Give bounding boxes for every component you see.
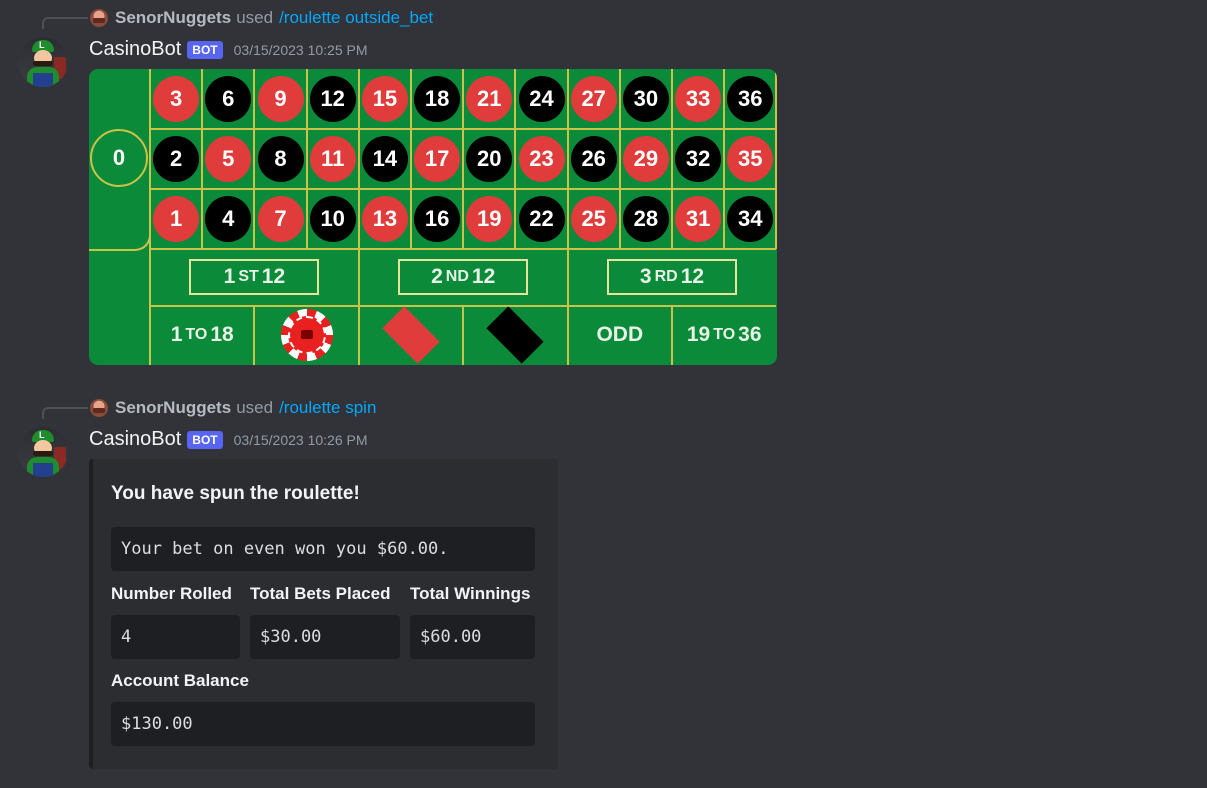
dozen-bet: 3 RD 12 (607, 259, 737, 295)
message-header: CasinoBot BOT 03/15/2023 10:25 PM (89, 38, 368, 61)
roulette-number: 36 (727, 76, 774, 122)
grid-line (150, 248, 777, 250)
timestamp[interactable]: 03/15/2023 10:26 PM (234, 432, 368, 448)
field-value-number-rolled: 4 (111, 615, 240, 659)
roulette-number: 34 (727, 196, 774, 242)
roulette-number: 32 (675, 136, 722, 182)
roulette-number: 20 (466, 136, 513, 182)
grid-line (775, 69, 777, 249)
roulette-number: 21 (466, 76, 513, 122)
roulette-number: 10 (309, 196, 356, 242)
grid-line (410, 69, 412, 249)
grid-line (357, 69, 360, 249)
roulette-number: 19 (466, 196, 513, 242)
roulette-number: 30 (622, 76, 669, 122)
grid-line (201, 69, 204, 249)
high-bet: 19 TO 36 (686, 323, 762, 346)
betting-chip-icon (280, 309, 333, 361)
bot-badge: BOT (187, 430, 223, 449)
roulette-number: 31 (675, 196, 722, 242)
roulette-number: 1 (153, 196, 200, 242)
roulette-number: 2 (153, 136, 200, 182)
roulette-number: 18 (414, 76, 461, 122)
black-diamond-icon (486, 306, 545, 364)
grid-line (723, 69, 726, 249)
bot-avatar[interactable] (18, 427, 68, 477)
grid-line (150, 128, 777, 130)
roulette-number: 15 (361, 76, 408, 122)
roulette-number: 22 (518, 196, 565, 242)
replier-name[interactable]: SenorNuggets (115, 398, 231, 418)
reply-context[interactable]: SenorNuggets used /roulette outside_bet (90, 8, 433, 28)
zero-number: 0 (90, 129, 148, 187)
roulette-number: 3 (153, 76, 200, 122)
grid-line (618, 69, 621, 249)
slash-command[interactable]: /roulette outside_bet (279, 8, 433, 28)
red-diamond-icon (382, 306, 440, 364)
timestamp[interactable]: 03/15/2023 10:25 PM (234, 42, 368, 58)
roulette-number: 24 (518, 76, 565, 122)
grid-line (671, 69, 673, 249)
roulette-number: 14 (361, 136, 408, 182)
grid-line (566, 69, 569, 249)
roulette-number: 13 (361, 196, 408, 242)
dozen-bet: 1 ST 12 (189, 259, 320, 295)
dozen-bet: 2 ND 12 (398, 259, 529, 295)
roulette-number: 6 (205, 76, 252, 122)
roulette-number: 23 (518, 136, 565, 182)
replier-avatar[interactable] (90, 9, 108, 27)
field-label-account-balance: Account Balance (111, 671, 249, 690)
roulette-number: 5 (205, 136, 252, 182)
field-label-total-winnings: Total Winnings (410, 584, 531, 603)
odd-bet: ODD (596, 323, 644, 346)
field-label-total-bets: Total Bets Placed (250, 584, 391, 603)
grid-line (462, 69, 465, 249)
roulette-number: 11 (309, 136, 356, 182)
grid-line (253, 69, 256, 249)
embed-title: You have spun the roulette! (111, 483, 360, 504)
result-text: Your bet on even won you $60.00. (111, 527, 535, 571)
roulette-number: 26 (570, 136, 617, 182)
roulette-number: 12 (309, 76, 356, 122)
bot-name[interactable]: CasinoBot (89, 38, 181, 61)
grid-line (305, 69, 308, 249)
field-value-total-winnings: $60.00 (410, 615, 535, 659)
reply-connector (42, 17, 88, 29)
field-label-number-rolled: Number Rolled (111, 584, 232, 603)
roulette-number: 9 (257, 76, 304, 122)
bot-name[interactable]: CasinoBot (89, 428, 181, 451)
reply-used-text: used (236, 398, 274, 417)
roulette-number: 33 (675, 76, 722, 122)
roulette-number: 8 (257, 136, 304, 182)
replier-avatar[interactable] (90, 399, 108, 417)
slash-command[interactable]: /roulette spin (279, 398, 376, 418)
roulette-number: 29 (622, 136, 669, 182)
roulette-number: 4 (205, 196, 252, 242)
message-header: CasinoBot BOT 03/15/2023 10:26 PM (89, 428, 368, 451)
low-bet: 1 TO 18 (170, 323, 234, 346)
reply-connector (42, 407, 88, 419)
bot-badge: BOT (187, 40, 223, 59)
roulette-number: 7 (257, 196, 304, 242)
grid-line (357, 249, 360, 365)
roulette-number: 27 (570, 76, 617, 122)
field-value-account-balance: $130.00 (111, 702, 535, 746)
reply-used-text: used (236, 8, 274, 27)
bot-avatar[interactable] (18, 37, 68, 87)
reply-context[interactable]: SenorNuggets used /roulette spin (90, 398, 376, 418)
grid-line (462, 305, 465, 365)
grid-line (149, 69, 151, 249)
grid-line (514, 69, 517, 249)
grid-line (150, 188, 777, 190)
roulette-number: 16 (414, 196, 461, 242)
field-value-total-bets: $30.00 (250, 615, 400, 659)
roulette-table-image[interactable]: 0 3 6 9 12 15 18 21 24 27 30 33 36 2 5 8 11 14 17 20 23 26 29… (89, 69, 777, 365)
roulette-number: 35 (727, 136, 774, 182)
result-embed: You have spun the roulette! Your bet on … (89, 459, 558, 769)
replier-name[interactable]: SenorNuggets (115, 8, 231, 28)
roulette-number: 28 (622, 196, 669, 242)
roulette-number: 17 (414, 136, 461, 182)
roulette-number: 25 (570, 196, 617, 242)
